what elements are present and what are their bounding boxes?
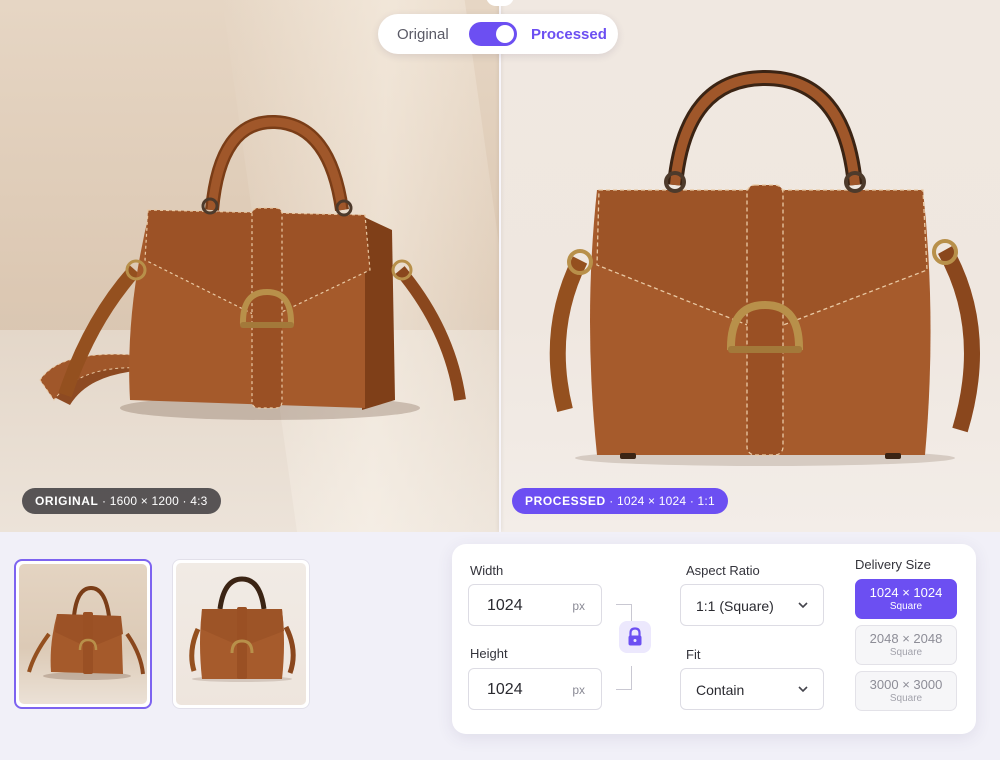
original-badge-tag: ORIGINAL <box>35 494 99 508</box>
height-label: Height <box>470 646 508 661</box>
processed-info-badge: PROCESSED · 1024 × 1024 · 1:1 <box>512 488 728 514</box>
delivery-size-label: Delivery Size <box>855 557 931 572</box>
original-badge-info: · 1600 × 1200 · 4:3 <box>98 494 208 508</box>
aspect-ratio-select[interactable]: 1:1 (Square) <box>680 584 824 626</box>
chevron-down-icon <box>798 602 808 609</box>
dimension-link-bracket-bottom <box>616 666 632 690</box>
size-option-dimensions: 2048 × 2048 <box>869 631 943 646</box>
toggle-label-original[interactable]: Original <box>397 26 449 43</box>
processed-handbag-image <box>549 70 980 466</box>
delivery-size-option-1024[interactable]: 1024 × 1024 Square <box>855 579 957 619</box>
toggle-knob <box>496 25 514 43</box>
compare-divider-handle[interactable] <box>499 0 501 532</box>
aspect-ratio-label: Aspect Ratio <box>686 563 760 578</box>
size-option-shape: Square <box>889 601 923 612</box>
toggle-label-processed[interactable]: Processed <box>531 26 607 43</box>
original-image-pane <box>0 0 500 532</box>
original-processed-toggle[interactable]: Original Processed <box>378 14 618 54</box>
thumbnail-processed-image <box>189 576 296 682</box>
thumbnail-processed[interactable] <box>172 559 310 709</box>
before-after-compare[interactable]: Original Processed ORIGINAL · 1600 × 120… <box>0 0 1000 532</box>
original-handbag-image <box>39 115 466 420</box>
processed-image-pane <box>500 0 1000 532</box>
width-value: 1024 <box>487 597 523 614</box>
fit-select[interactable]: Contain <box>680 668 824 710</box>
aspect-ratio-value: 1:1 (Square) <box>696 598 774 614</box>
width-input[interactable]: 1024 px <box>468 584 602 626</box>
delivery-size-option-3000[interactable]: 3000 × 3000 Square <box>855 671 957 711</box>
lock-icon <box>628 627 642 646</box>
fit-label: Fit <box>686 647 701 662</box>
resize-settings-panel: Width 1024 px Height 1024 px Aspect Rati… <box>452 544 976 734</box>
processed-badge-info: · 1024 × 1024 · 1:1 <box>605 494 715 508</box>
height-input[interactable]: 1024 px <box>468 668 602 710</box>
size-option-shape: Square <box>889 647 923 658</box>
original-info-badge: ORIGINAL · 1600 × 1200 · 4:3 <box>22 488 221 514</box>
size-option-dimensions: 3000 × 3000 <box>869 677 943 692</box>
fit-value: Contain <box>696 682 745 698</box>
delivery-size-option-2048[interactable]: 2048 × 2048 Square <box>855 625 957 665</box>
height-unit: px <box>572 683 585 697</box>
size-option-shape: Square <box>889 693 923 704</box>
chevron-down-icon <box>798 686 808 693</box>
height-value: 1024 <box>487 681 523 698</box>
dimension-link-bracket-top <box>616 604 632 622</box>
thumbnail-original[interactable] <box>14 559 152 709</box>
size-option-dimensions: 1024 × 1024 <box>869 585 943 600</box>
processed-badge-tag: PROCESSED <box>525 494 606 508</box>
width-label: Width <box>470 563 504 578</box>
aspect-lock-button[interactable] <box>619 621 651 653</box>
width-unit: px <box>572 599 585 613</box>
thumbnail-original-image <box>27 585 145 680</box>
toggle-switch[interactable] <box>469 22 517 46</box>
